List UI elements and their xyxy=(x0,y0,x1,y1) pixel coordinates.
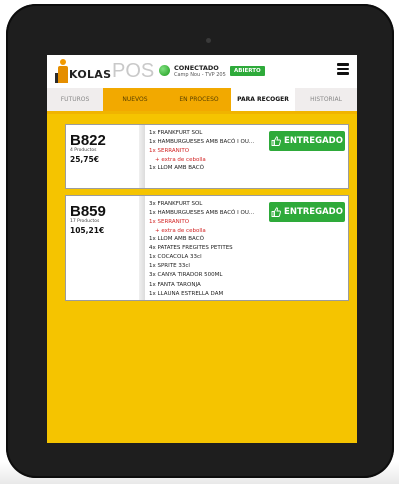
order-item: 1x LLAUNA ESTRELLA DAM xyxy=(149,290,224,297)
order-total: 105,21€ xyxy=(70,226,105,235)
deliver-button-label: ENTREGADO xyxy=(284,136,343,146)
order-product-count: 4 Productos xyxy=(70,148,97,153)
order-item: 1x LLOM AMB BACÓ xyxy=(149,164,204,171)
order-card-b822[interactable]: B822 4 Productos 25,75€ 1x FRANKFURT SOL… xyxy=(65,124,349,189)
hamburger-menu-icon[interactable] xyxy=(337,63,349,75)
connection-location: Camp Nou - TVP 205 xyxy=(174,72,226,78)
order-item: 4x PATATES FREGITES PETITES xyxy=(149,244,233,251)
order-summary: B822 4 Productos 25,75€ xyxy=(66,125,139,188)
order-summary: B859 17 Productos 105,21€ xyxy=(66,196,139,300)
connection-status: CONECTADO xyxy=(174,64,219,72)
order-product-count: 17 Productos xyxy=(70,219,100,224)
status-dot-icon xyxy=(159,65,170,76)
camera-icon xyxy=(206,38,211,43)
tab-historial[interactable]: HISTORIAL xyxy=(295,88,357,111)
order-item-alert: ▲1x SERRANITO xyxy=(149,148,190,155)
thumbs-up-icon xyxy=(271,136,281,146)
tab-underline xyxy=(47,111,357,114)
order-item: 1x FANTA TARONJA xyxy=(149,281,201,288)
item-modifier: + extra de cebolla xyxy=(155,156,206,163)
order-item: 1x COCACOLA 33cl xyxy=(149,253,202,260)
thumbs-up-icon xyxy=(271,207,281,217)
order-divider xyxy=(139,125,145,188)
tab-para-recoger[interactable]: PARA RECOGER xyxy=(231,88,295,111)
tab-nuevos[interactable]: NUEVOS xyxy=(103,88,167,111)
order-item: 3x FRANKFURT SOL xyxy=(149,201,203,207)
logo-figure-icon xyxy=(55,59,69,83)
order-code: B822 xyxy=(70,132,106,149)
pos-screen: KOLAS POS CONECTADO Camp Nou - TVP 205 A… xyxy=(47,55,357,443)
tab-en-proceso[interactable]: EN PROCESO xyxy=(167,88,231,111)
open-status-badge: ABIERTO xyxy=(230,66,265,76)
order-item: 1x HAMBURGUESES AMB BACÓ I OU... xyxy=(149,210,255,217)
order-item: 1x LLOM AMB BACÓ xyxy=(149,235,204,242)
item-modifier: + extra de cebolla xyxy=(155,227,206,234)
app-header: KOLAS POS CONECTADO Camp Nou - TVP 205 A… xyxy=(47,55,357,88)
order-code: B859 xyxy=(70,203,106,220)
order-items: 3x FRANKFURT SOL 1x HAMBURGUESES AMB BAC… xyxy=(149,200,279,299)
tab-futuros[interactable]: FUTUROS xyxy=(47,88,103,111)
order-item: 1x HAMBURGUESES AMB BACÓ I OU... xyxy=(149,139,255,146)
order-item-alert: ▲1x SERRANITO xyxy=(149,219,190,226)
logo-pos-text: POS xyxy=(112,60,155,82)
deliver-button[interactable]: ENTREGADO xyxy=(269,131,345,151)
order-card-b859[interactable]: B859 17 Productos 105,21€ 3x FRANKFURT S… xyxy=(65,195,349,301)
order-tabs: FUTUROS NUEVOS EN PROCESO PARA RECOGER H… xyxy=(47,88,357,111)
order-divider xyxy=(139,196,145,300)
deliver-button-label: ENTREGADO xyxy=(284,207,343,217)
order-item: 1x FRANKFURT SOL xyxy=(149,130,203,136)
order-total: 25,75€ xyxy=(70,155,99,164)
logo-text: KOLAS xyxy=(69,68,112,81)
order-item: 3x CANYA TIRADOR 500ML xyxy=(149,272,223,279)
order-item: 1x SPRITE 33cl xyxy=(149,263,190,270)
deliver-button[interactable]: ENTREGADO xyxy=(269,202,345,222)
order-items: 1x FRANKFURT SOL 1x HAMBURGUESES AMB BAC… xyxy=(149,129,279,173)
